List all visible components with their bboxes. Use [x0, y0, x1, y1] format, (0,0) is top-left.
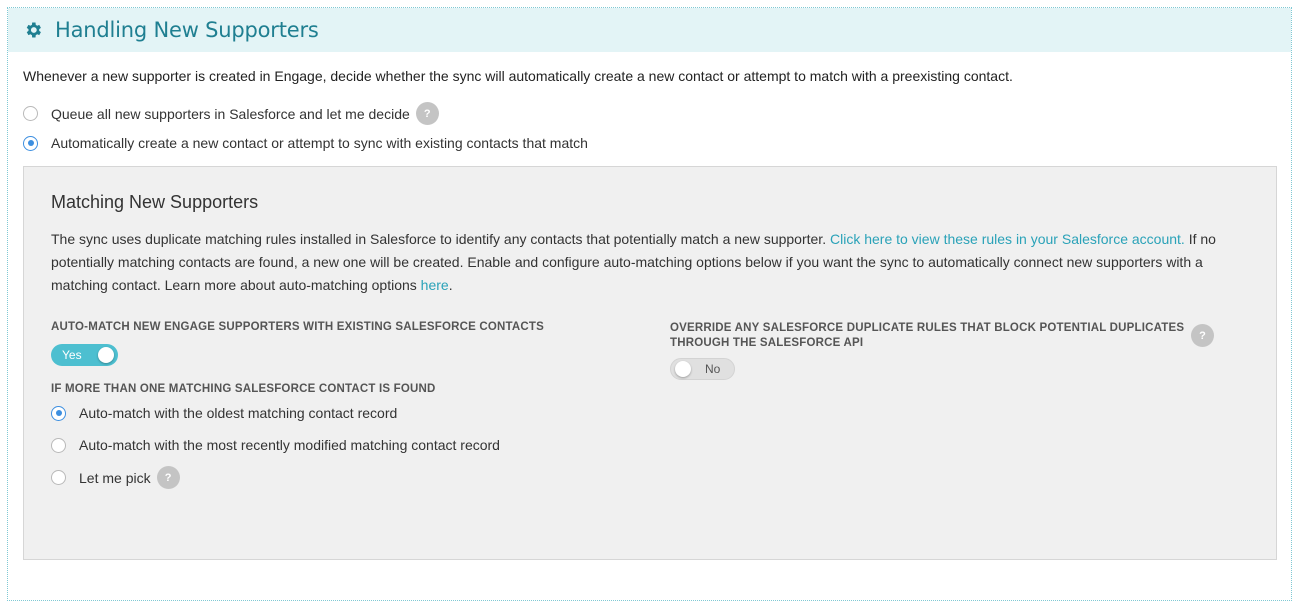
option-recent-contact-label: Auto-match with the most recently modifi…	[79, 437, 500, 453]
option-oldest-contact[interactable]: Auto-match with the oldest matching cont…	[51, 405, 397, 421]
override-label-line2: THROUGH THE SALESFORCE API	[670, 337, 864, 349]
override-toggle-text: No	[705, 362, 721, 376]
panel-title: Handling New Supporters	[55, 18, 319, 42]
option-let-me-pick-label: Let me pick	[79, 469, 151, 486]
option-let-me-pick[interactable]: Let me pick ?	[51, 466, 180, 489]
salesforce-rules-link[interactable]: Click here to view these rules in your S…	[830, 231, 1185, 247]
option-auto-create-contact[interactable]: Automatically create a new contact or at…	[23, 135, 588, 151]
override-toggle[interactable]: No	[670, 358, 735, 380]
help-icon[interactable]: ?	[156, 466, 180, 489]
radio-recent-contact[interactable]	[51, 437, 66, 453]
matching-description: The sync uses duplicate matching rules i…	[51, 228, 1251, 297]
handling-new-supporters-panel: Handling New Supporters Whenever a new s…	[7, 7, 1292, 601]
radio-oldest-contact[interactable]	[51, 405, 66, 421]
option-recent-contact[interactable]: Auto-match with the most recently modifi…	[51, 437, 500, 453]
radio-auto-create-contact[interactable]	[23, 135, 38, 151]
toggle-knob	[98, 347, 114, 363]
help-icon[interactable]: ?	[1191, 324, 1214, 347]
override-duplicate-rules-label: OVERRIDE ANY SALESFORCE DUPLICATE RULES …	[670, 321, 1184, 351]
matching-desc-part1: The sync uses duplicate matching rules i…	[51, 231, 830, 247]
auto-matching-learn-more-link[interactable]: here	[421, 277, 449, 293]
option-queue-supporters-label: Queue all new supporters in Salesforce a…	[51, 105, 410, 122]
auto-match-toggle-text: Yes	[62, 348, 82, 362]
gear-icon	[26, 22, 41, 38]
option-queue-supporters[interactable]: Queue all new supporters in Salesforce a…	[23, 102, 439, 125]
matching-subpanel: Matching New Supporters The sync uses du…	[23, 166, 1277, 560]
option-auto-create-contact-label: Automatically create a new contact or at…	[51, 135, 588, 151]
toggle-knob	[675, 361, 691, 377]
option-oldest-contact-label: Auto-match with the oldest matching cont…	[79, 405, 398, 421]
help-icon[interactable]: ?	[415, 102, 439, 125]
auto-match-toggle[interactable]: Yes	[51, 344, 118, 366]
radio-queue-supporters[interactable]	[23, 106, 38, 121]
override-label-line1: OVERRIDE ANY SALESFORCE DUPLICATE RULES …	[670, 322, 1185, 334]
panel-header: Handling New Supporters	[8, 8, 1291, 52]
matching-desc-part3: .	[448, 277, 453, 293]
auto-match-label: AUTO-MATCH NEW ENGAGE SUPPORTERS WITH EX…	[51, 321, 545, 333]
matching-title: Matching New Supporters	[51, 192, 259, 212]
radio-let-me-pick[interactable]	[51, 470, 66, 485]
intro-text: Whenever a new supporter is created in E…	[23, 68, 1013, 84]
multiple-match-label: IF MORE THAN ONE MATCHING SALESFORCE CON…	[51, 383, 436, 395]
